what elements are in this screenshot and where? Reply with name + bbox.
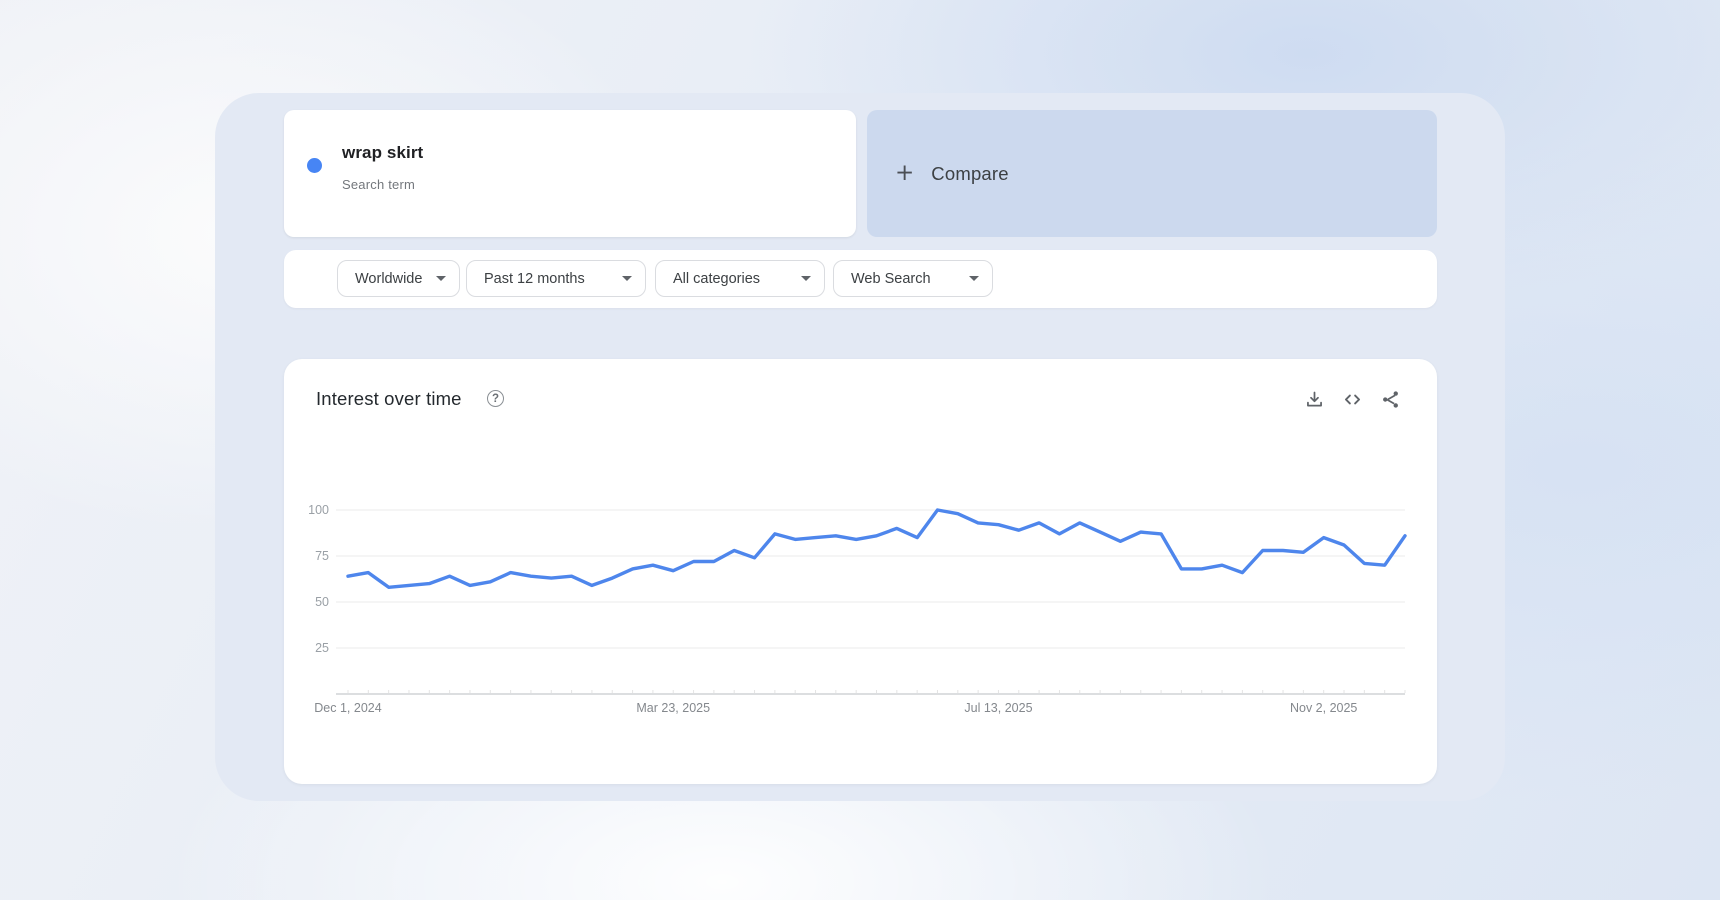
term-color-dot-icon <box>307 158 322 173</box>
filter-search-type-dropdown[interactable]: Web Search <box>833 260 993 297</box>
compare-label: Compare <box>931 163 1009 185</box>
filter-category-dropdown[interactable]: All categories <box>655 260 825 297</box>
plus-icon: + <box>895 162 914 185</box>
search-term-text: wrap skirt <box>342 143 423 163</box>
filter-bar: Worldwide Past 12 months All categories … <box>284 250 1437 308</box>
chevron-down-icon <box>801 276 811 281</box>
filter-location-dropdown[interactable]: Worldwide <box>337 260 460 297</box>
filter-time-range-dropdown[interactable]: Past 12 months <box>466 260 646 297</box>
search-term-card[interactable]: wrap skirt Search term <box>284 110 856 237</box>
search-term-type-label: Search term <box>342 177 415 192</box>
trend-line[interactable] <box>348 510 1405 587</box>
trends-explore-panel: wrap skirt Search term + Compare Worldwi… <box>215 93 1505 801</box>
chevron-down-icon <box>969 276 979 281</box>
x-axis-tick-label: Dec 1, 2024 <box>314 701 381 715</box>
filter-location-label: Worldwide <box>355 271 422 287</box>
add-comparison-button[interactable]: + Compare <box>867 110 1437 237</box>
x-axis-tick-label: Jul 13, 2025 <box>964 701 1032 715</box>
page-background: wrap skirt Search term + Compare Worldwi… <box>0 0 1720 900</box>
y-axis-tick-label: 75 <box>315 549 329 563</box>
x-axis-tick-label: Nov 2, 2025 <box>1290 701 1357 715</box>
y-axis-tick-label: 50 <box>315 595 329 609</box>
chevron-down-icon <box>436 276 446 281</box>
interest-over-time-card: Interest over time ? <box>284 359 1437 784</box>
filter-category-label: All categories <box>673 271 760 287</box>
y-axis-tick-label: 100 <box>308 503 329 517</box>
x-axis-tick-label: Mar 23, 2025 <box>636 701 710 715</box>
chevron-down-icon <box>622 276 632 281</box>
y-axis-tick-label: 25 <box>315 641 329 655</box>
filter-time-range-label: Past 12 months <box>484 271 585 287</box>
filter-search-type-label: Web Search <box>851 271 931 287</box>
interest-over-time-chart[interactable]: 25 50 75 100 Dec 1, 2024 Mar 23, 2025 Jul 13, … <box>284 359 1437 784</box>
